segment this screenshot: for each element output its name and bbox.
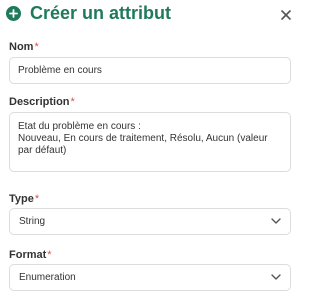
dialog-header: Créer un attribut [0,0,300,30]
nom-label-text: Nom [9,41,34,53]
description-label: Description* [9,96,75,109]
format-select-value: Enumeration [19,272,76,283]
nom-input[interactable] [9,57,291,84]
description-textarea[interactable]: Etat du problème en cours : Nouveau, En … [9,112,291,172]
description-label-text: Description [9,96,70,108]
format-select[interactable]: Enumeration [9,264,291,291]
dialog-title: Créer un attribut [30,3,172,23]
chevron-down-icon [271,273,281,281]
type-label: Type* [9,193,39,206]
chevron-down-icon [271,217,281,225]
type-select-value: String [19,216,46,227]
close-icon[interactable] [280,8,292,20]
format-label: Format* [9,249,52,262]
format-label-text: Format [9,249,47,261]
required-marker: * [34,193,40,205]
plus-circle-icon [6,6,21,21]
required-marker: * [70,96,75,108]
type-select[interactable]: String [9,208,291,235]
type-label-text: Type [9,193,34,205]
required-marker: * [47,249,52,261]
nom-label: Nom* [9,41,39,54]
required-marker: * [34,41,39,53]
